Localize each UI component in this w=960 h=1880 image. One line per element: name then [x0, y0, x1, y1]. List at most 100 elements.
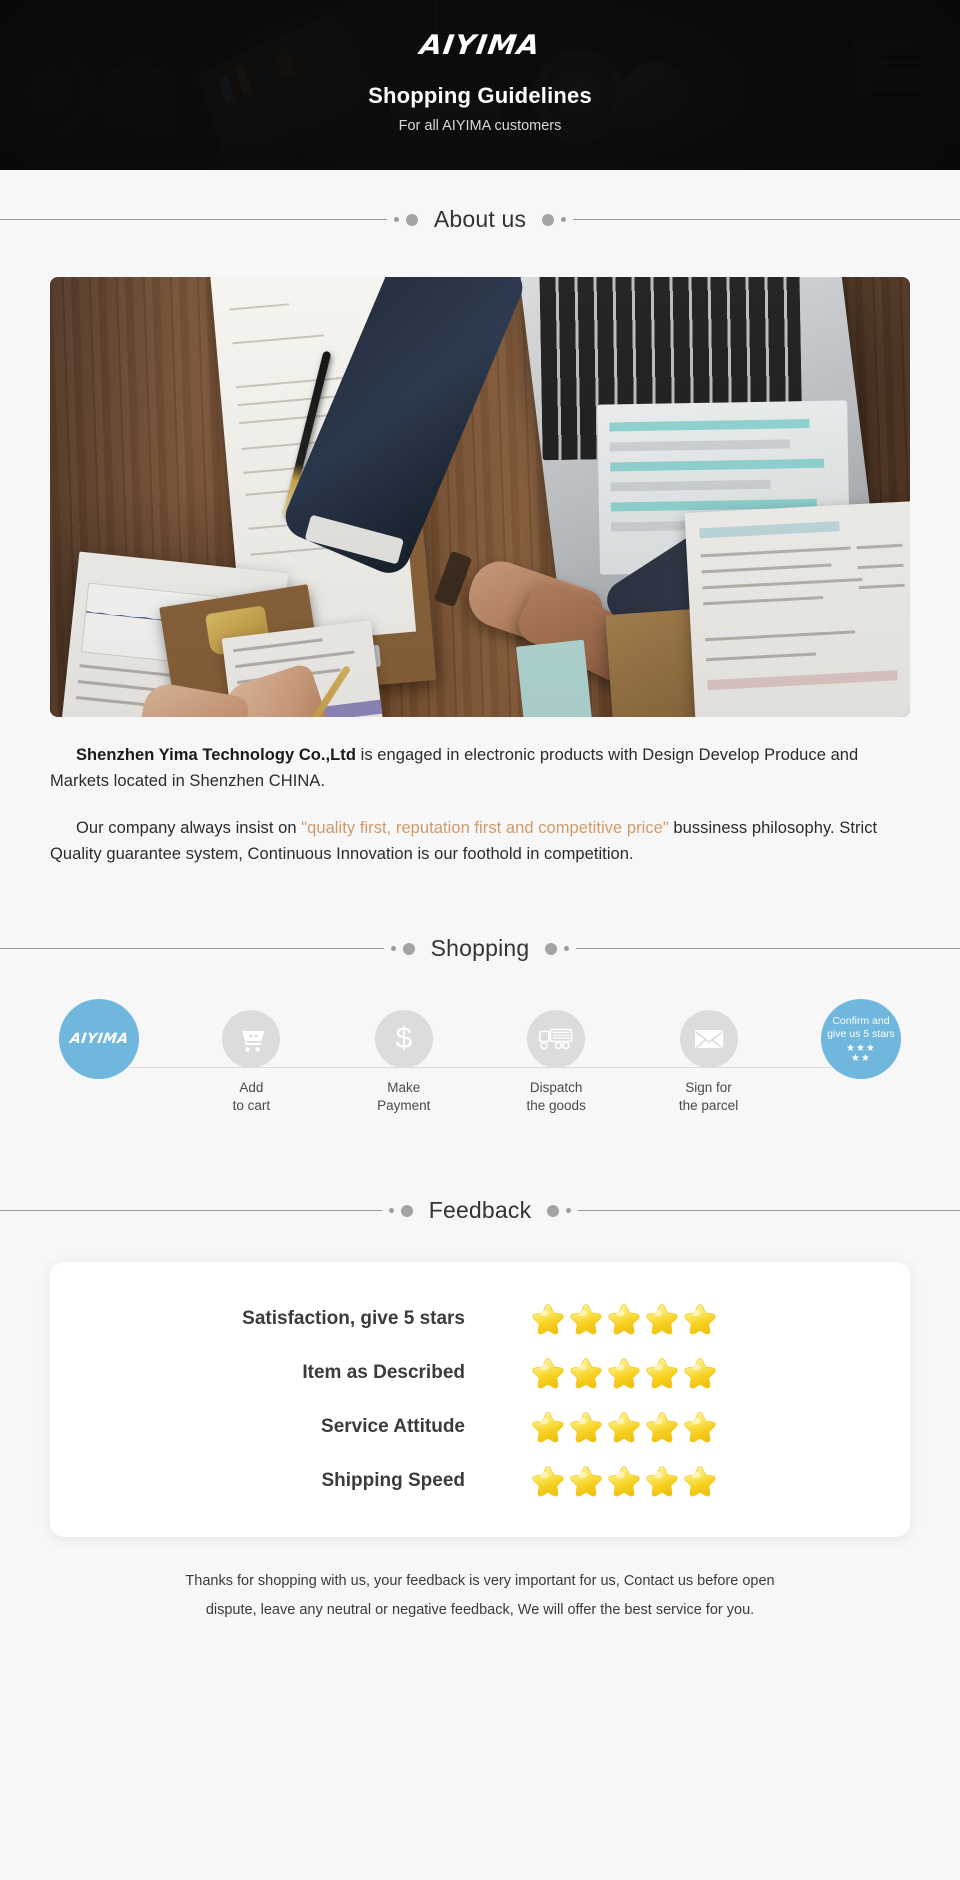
step-label-line2: the parcel: [678, 1098, 739, 1114]
section-title-feedback: Feedback: [428, 1197, 532, 1224]
star-icon[interactable]: [531, 1356, 565, 1390]
feedback-star-rating[interactable]: [531, 1464, 717, 1498]
star-icon[interactable]: [569, 1464, 603, 1498]
step-label-line1: Make: [387, 1080, 421, 1096]
step-make-payment: $ Make Payment: [349, 1010, 459, 1115]
section-divider-feedback: Feedback: [0, 1197, 960, 1224]
about-paragraph-1: Shenzhen Yima Technology Co.,Ltd is enga…: [50, 743, 910, 794]
envelope-icon: [694, 1030, 723, 1049]
star-icon[interactable]: [531, 1302, 565, 1336]
divider-line-right: [576, 948, 960, 950]
star-icon[interactable]: [569, 1410, 603, 1444]
section-divider-shopping: Shopping: [0, 935, 960, 962]
step-label-line2: Payment: [377, 1098, 431, 1114]
divider-dot-small-right: [566, 1208, 572, 1214]
star-icon[interactable]: [607, 1410, 641, 1444]
divider-line-left: [0, 948, 384, 950]
step-label-line1: Add: [239, 1080, 264, 1096]
aiyima-logo-icon: AIYIMA: [68, 1031, 130, 1048]
feedback-star-rating[interactable]: [531, 1356, 717, 1390]
star-icon[interactable]: [569, 1302, 603, 1336]
star-icon[interactable]: [645, 1410, 679, 1444]
divider-dot-large-right: [542, 213, 555, 226]
star-icon[interactable]: [607, 1356, 641, 1390]
feedback-row: Service Attitude: [50, 1400, 910, 1454]
step-sign-parcel: Sign for the parcel: [654, 1010, 764, 1115]
star-icon[interactable]: [683, 1356, 717, 1390]
star-icon[interactable]: [683, 1410, 717, 1444]
feedback-star-rating[interactable]: [531, 1302, 717, 1336]
feedback-label: Item as Described: [302, 1361, 465, 1383]
section-title-about: About us: [433, 206, 527, 232]
dispatch-goods-circle: [527, 1010, 586, 1069]
add-to-cart-circle: [222, 1010, 281, 1069]
aiyima-brand-circle: AIYIMA: [59, 999, 139, 1080]
star-icon[interactable]: [683, 1302, 717, 1336]
feedback-label: Service Attitude: [321, 1415, 465, 1437]
star-icon[interactable]: [531, 1410, 565, 1444]
step-label-dispatch-goods: Dispatch the goods: [527, 1079, 586, 1115]
star-icon[interactable]: [683, 1464, 717, 1498]
divider-dot-small-left: [388, 1208, 394, 1214]
divider-line-right: [573, 219, 960, 220]
divider-dot-small-right: [561, 217, 567, 222]
footer-line-1: Thanks for shopping with us, your feedba…: [185, 1573, 775, 1590]
step-label-line1: Sign for: [685, 1080, 732, 1096]
star-icon[interactable]: [607, 1302, 641, 1336]
section-title-shopping: Shopping: [430, 935, 530, 962]
divider-line-right: [578, 1210, 960, 1212]
divider-line-left: [0, 219, 387, 220]
divider-dot-large-right: [547, 1204, 560, 1217]
confirm-five-stars-circle: Confirm and give us 5 stars ★★★ ★★: [820, 999, 901, 1080]
star-icon[interactable]: [569, 1356, 603, 1390]
dollar-icon: $: [395, 1022, 413, 1056]
step-aiyima: AIYIMA: [44, 999, 154, 1115]
star-icon[interactable]: [531, 1464, 565, 1498]
step-label-line2: the goods: [526, 1098, 586, 1114]
page-subtitle: For all AIYIMA customers: [398, 118, 562, 134]
step-dispatch-goods: Dispatch the goods: [501, 1010, 611, 1115]
step-label-make-payment: Make Payment: [377, 1079, 430, 1115]
about-text-block: Shenzhen Yima Technology Co.,Ltd is enga…: [50, 743, 910, 867]
step-add-to-cart: Add to cart: [196, 1010, 306, 1115]
feedback-row: Item as Described: [50, 1346, 910, 1400]
stars-row-2: ★★: [850, 1052, 871, 1064]
step-label-line2: to cart: [232, 1098, 271, 1114]
confirm-line1: Confirm and: [832, 1014, 890, 1027]
photo-tint-overlay: [50, 277, 910, 717]
star-icon[interactable]: [645, 1464, 679, 1498]
step-label-sign-parcel: Sign for the parcel: [679, 1079, 738, 1115]
star-icon[interactable]: [607, 1464, 641, 1498]
divider-dot-large-left: [400, 1204, 413, 1217]
step-label-add-to-cart: Add to cart: [233, 1079, 271, 1115]
page-title: Shopping Guidelines: [368, 83, 592, 108]
section-divider-about: About us: [0, 206, 960, 233]
feedback-label: Shipping Speed: [321, 1469, 465, 1491]
sign-parcel-circle: [679, 1010, 738, 1069]
divider-dot-large-left: [405, 213, 418, 226]
feedback-star-rating[interactable]: [531, 1410, 717, 1444]
step-label-line1: Dispatch: [529, 1080, 583, 1096]
divider-line-left: [0, 1210, 382, 1212]
feedback-row: Shipping Speed: [50, 1454, 910, 1508]
feedback-label: Satisfaction, give 5 stars: [242, 1307, 465, 1329]
star-icon[interactable]: [645, 1302, 679, 1336]
confirm-stars: ★★★ ★★: [827, 1043, 895, 1064]
divider-dot-small-left: [390, 946, 396, 952]
about-handshake-photo: [50, 277, 910, 717]
feedback-row: Satisfaction, give 5 stars: [50, 1292, 910, 1346]
step-confirm-five-stars: Confirm and give us 5 stars ★★★ ★★: [806, 999, 916, 1115]
brand-logo: AIYIMA: [417, 30, 543, 61]
star-icon[interactable]: [645, 1356, 679, 1390]
company-name: Shenzhen Yima Technology Co.,Ltd: [76, 746, 356, 764]
divider-dot-small-left: [393, 217, 399, 222]
hero-banner: AIYIMA Shopping Guidelines For all AIYIM…: [0, 0, 960, 170]
divider-dot-large-right: [545, 942, 558, 955]
truck-icon: [539, 1028, 573, 1050]
divider-dot-large-left: [402, 942, 415, 955]
confirm-text: Confirm and give us 5 stars ★★★ ★★: [823, 1015, 899, 1064]
shopping-steps: AIYIMA Add to cart $ Make Payment Dispat…: [0, 999, 960, 1155]
about-paragraph-2-pre: Our company always insist on: [76, 819, 302, 838]
about-paragraph-2: Our company always insist on "quality fi…: [50, 816, 910, 867]
confirm-line2: give us 5 stars: [827, 1027, 895, 1040]
